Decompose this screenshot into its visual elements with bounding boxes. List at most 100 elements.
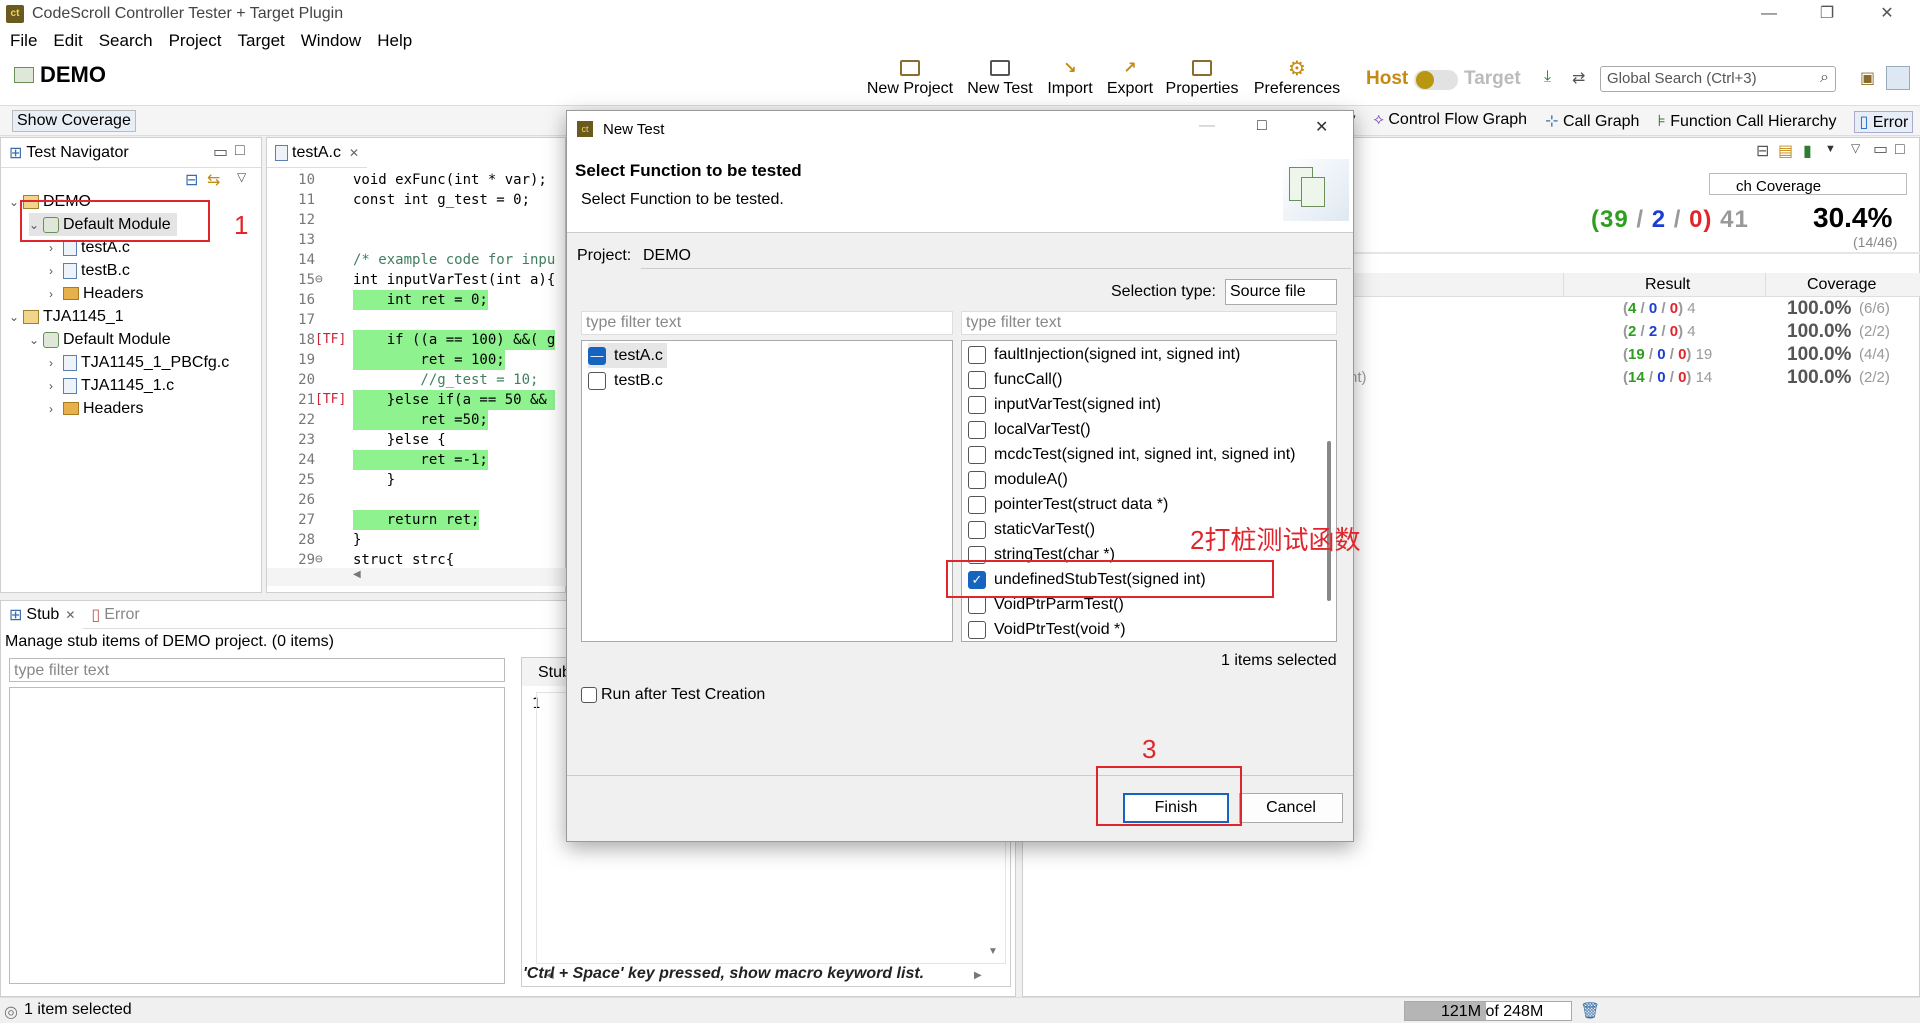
perspective-icon[interactable]: [1886, 66, 1910, 90]
file-list-item[interactable]: testB.c: [588, 368, 946, 393]
sync-icon[interactable]: ⇄: [1572, 68, 1585, 88]
function-checkbox[interactable]: [968, 420, 986, 439]
maximize-view-icon[interactable]: □: [1895, 141, 1905, 159]
menu-search[interactable]: Search: [99, 31, 153, 51]
dropdown-icon[interactable]: ▼: [1825, 143, 1836, 155]
file-checkbox[interactable]: [588, 371, 606, 390]
function-checkbox[interactable]: [968, 520, 986, 539]
menu-file[interactable]: File: [10, 31, 37, 51]
minimize-view-icon[interactable]: ▭: [1873, 139, 1888, 159]
tree-item[interactable]: › TJA1145_1_PBCfg.c: [9, 351, 259, 374]
tree-item[interactable]: › testB.c: [9, 259, 259, 282]
code-area[interactable]: 10 void exFunc(int * var); 11 const int g_t…: [267, 170, 567, 570]
result-column-header[interactable]: Result: [1645, 276, 1690, 294]
view-tab-function-call-hierarchy[interactable]: ⊧ Function Call Hierarchy: [1657, 111, 1836, 133]
maximize-view-icon[interactable]: □: [235, 142, 245, 160]
editor-hscrollbar[interactable]: ◀: [267, 568, 567, 586]
run-after-checkbox[interactable]: Run after Test Creation: [581, 686, 765, 704]
new-project-button[interactable]: New Project: [864, 56, 956, 98]
tree-item[interactable]: › Headers: [9, 282, 259, 305]
chevron-down-icon[interactable]: ⌄: [29, 329, 43, 352]
import-button[interactable]: ↘ Import: [1042, 56, 1098, 98]
menu-help[interactable]: Help: [377, 31, 412, 51]
chevron-right-icon[interactable]: ›: [49, 398, 63, 421]
function-filter-input[interactable]: type filter text: [961, 311, 1337, 335]
close-tab-icon[interactable]: ✕: [65, 608, 75, 622]
scroll-right-icon[interactable]: ▶: [974, 970, 982, 981]
open-perspective-icon[interactable]: ▣: [1860, 68, 1875, 88]
stub-filter-input[interactable]: type filter text: [9, 658, 505, 682]
chevron-right-icon[interactable]: ›: [49, 375, 63, 398]
file-list[interactable]: — testA.c testB.c: [581, 340, 953, 642]
menu-window[interactable]: Window: [301, 31, 361, 51]
global-search-input[interactable]: Global Search (Ctrl+3) ⌕: [1600, 66, 1836, 92]
host-target-toggle[interactable]: [1414, 70, 1458, 90]
tree-item[interactable]: › TJA1145_1.c: [9, 374, 259, 397]
dialog-close-icon[interactable]: ✕: [1315, 117, 1328, 137]
view-menu-icon[interactable]: ▽: [1851, 141, 1860, 155]
function-list-item[interactable]: mcdcTest(signed int, signed int, signed …: [968, 442, 1330, 467]
preferences-button[interactable]: ⚙ Preferences: [1250, 56, 1344, 98]
tree-item[interactable]: › Headers: [9, 397, 259, 420]
file-list-item[interactable]: — testA.c: [588, 343, 667, 368]
run-after-checkbox-box[interactable]: [581, 687, 597, 703]
function-list-item[interactable]: moduleA(): [968, 467, 1330, 492]
function-list-item[interactable]: VoidPtrTest(void *): [968, 617, 1330, 641]
download-icon[interactable]: ⤓: [1544, 68, 1551, 86]
function-list-item[interactable]: funcCall(): [968, 367, 1330, 392]
chevron-down-icon[interactable]: ⌄: [9, 306, 23, 329]
minimize-icon[interactable]: —: [1742, 0, 1796, 28]
function-checkbox[interactable]: [968, 445, 986, 464]
view-tab-call-graph[interactable]: ⊹ Call Graph: [1545, 111, 1639, 133]
properties-button[interactable]: Properties: [1162, 56, 1242, 98]
function-checkbox[interactable]: [968, 345, 986, 364]
tab-testA-c[interactable]: testA.c ✕: [267, 138, 367, 168]
menu-edit[interactable]: Edit: [53, 31, 82, 51]
stub-list[interactable]: [9, 687, 505, 984]
dialog-maximize-icon[interactable]: □: [1257, 117, 1267, 135]
function-list-item[interactable]: pointerTest(struct data *): [968, 492, 1330, 517]
selection-type-select[interactable]: Source file: [1225, 279, 1337, 305]
function-checkbox[interactable]: [968, 470, 986, 489]
collapse-all-icon[interactable]: ⊟: [185, 170, 198, 190]
coverage-column-header[interactable]: Coverage: [1807, 276, 1876, 294]
maximize-icon[interactable]: ❐: [1800, 0, 1854, 28]
chevron-right-icon[interactable]: ›: [49, 352, 63, 375]
menu-target[interactable]: Target: [238, 31, 285, 51]
close-tab-icon[interactable]: ✕: [349, 146, 359, 160]
scroll-down-icon[interactable]: ▼: [988, 946, 998, 957]
export-button[interactable]: ↗ Export: [1104, 56, 1156, 98]
tab-error[interactable]: ▯ Error: [83, 601, 147, 629]
function-checkbox[interactable]: [968, 620, 986, 639]
tree-item[interactable]: ⌄ TJA1145_1: [9, 305, 259, 328]
new-test-button[interactable]: New Test: [964, 56, 1036, 98]
close-icon[interactable]: ✕: [1860, 0, 1914, 28]
minimize-view-icon[interactable]: ▭: [213, 142, 228, 162]
link-editor-icon[interactable]: ⇆: [207, 170, 220, 190]
function-list-item[interactable]: inputVarTest(signed int): [968, 392, 1330, 417]
coverage-filter-input[interactable]: ch Coverage: [1709, 173, 1907, 195]
cancel-button[interactable]: Cancel: [1239, 793, 1343, 823]
toolbar-icon-1[interactable]: ⊟: [1756, 141, 1769, 161]
function-list-item[interactable]: faultInjection(signed int, signed int): [968, 342, 1330, 367]
dialog-minimize-icon[interactable]: —: [1199, 117, 1215, 135]
function-checkbox[interactable]: [968, 595, 986, 614]
toolbar-icon-2[interactable]: ▤: [1778, 141, 1793, 161]
function-checkbox[interactable]: [968, 495, 986, 514]
tree-item[interactable]: ⌄ Default Module: [9, 328, 259, 351]
chevron-right-icon[interactable]: ›: [49, 283, 63, 306]
view-tab-control-flow-graph[interactable]: ⟡ Control Flow Graph: [1373, 111, 1527, 133]
tab-stub[interactable]: ⊞ Stub ✕: [1, 601, 84, 629]
function-list-item[interactable]: localVarTest(): [968, 417, 1330, 442]
function-checkbox[interactable]: [968, 395, 986, 414]
gc-trash-icon[interactable]: 🗑: [1580, 1001, 1600, 1021]
view-tab-error[interactable]: ▯ Error: [1854, 111, 1914, 133]
file-checkbox[interactable]: —: [588, 346, 606, 365]
toolbar-icon-3[interactable]: ▮: [1803, 141, 1812, 161]
chevron-right-icon[interactable]: ›: [49, 260, 63, 283]
menu-project[interactable]: Project: [169, 31, 222, 51]
heap-status[interactable]: 121M of 248M: [1404, 1001, 1572, 1021]
function-checkbox[interactable]: [968, 370, 986, 389]
view-menu-icon[interactable]: ▽: [237, 170, 246, 184]
file-filter-input[interactable]: type filter text: [581, 311, 953, 335]
